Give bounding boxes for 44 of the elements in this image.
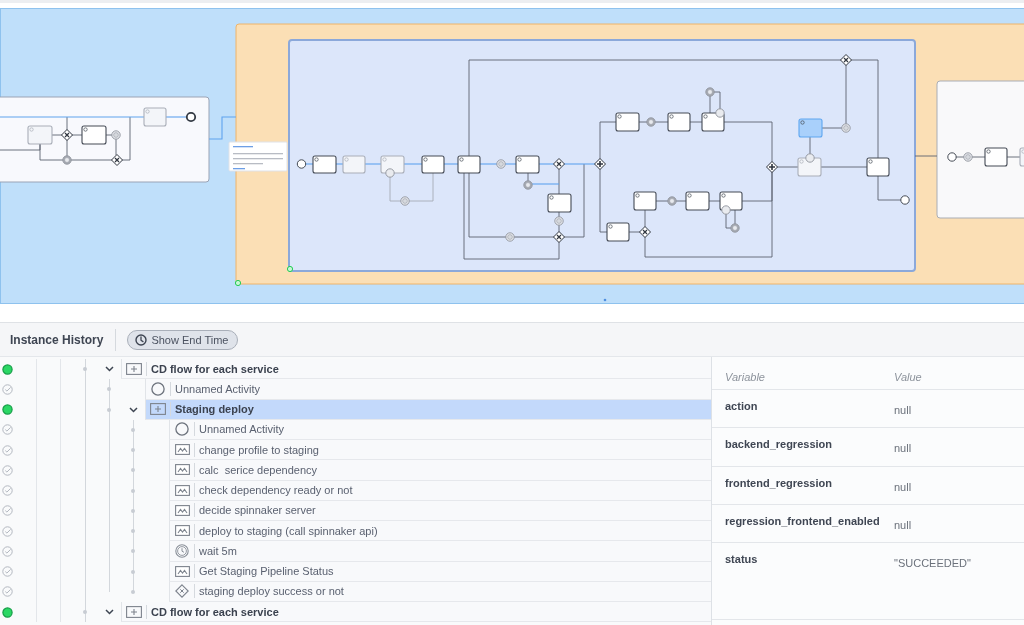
task-icon xyxy=(174,464,190,476)
show-end-time-button[interactable]: Show End Time xyxy=(127,329,239,350)
tree-item[interactable]: decide spinnaker server xyxy=(169,500,711,521)
start-event-icon xyxy=(151,381,165,396)
subprocess-icon xyxy=(126,605,142,618)
task-icon xyxy=(174,504,190,516)
gateway-icon xyxy=(175,584,189,599)
tree-item[interactable]: CD flow for each service xyxy=(121,359,711,380)
task-icon xyxy=(174,525,190,537)
task-icon xyxy=(174,484,190,496)
subprocess-icon xyxy=(126,362,142,375)
tree-item[interactable]: Staging deploy xyxy=(145,399,711,420)
tree-item[interactable]: CD flow for each service xyxy=(121,602,711,623)
column-header: Value xyxy=(894,371,922,383)
tree-item[interactable]: Unnamed Activity xyxy=(169,419,711,440)
tree-item[interactable]: staging deploy success or not xyxy=(169,581,711,602)
tree-item[interactable]: change profile to staging xyxy=(169,440,711,461)
tree-item[interactable]: check dependency ready or not xyxy=(169,480,711,501)
tree-item[interactable]: Get Staging Pipeline Status xyxy=(169,561,711,582)
tree-item[interactable]: deploy to staging (call spinnaker api) xyxy=(169,521,711,542)
column-header: Variable xyxy=(725,371,766,383)
variable-value: null xyxy=(894,480,912,493)
tree-item[interactable]: Unnamed Activity xyxy=(145,379,711,400)
tree-item[interactable]: wait 5m xyxy=(169,541,711,562)
task-icon xyxy=(174,444,190,456)
tree-item[interactable]: calc serice dependency xyxy=(169,460,711,481)
variable-value: null xyxy=(894,442,912,455)
variable-value: "SUCCEEDED" xyxy=(894,557,971,570)
variable-name: regression_frontend_enabled xyxy=(725,514,881,527)
subprocess-icon xyxy=(150,403,166,416)
chevron-icon[interactable] xyxy=(104,609,114,616)
clock-icon xyxy=(135,333,148,346)
panel-title: Instance History xyxy=(10,332,104,347)
variable-name: frontend_regression xyxy=(725,476,833,489)
timer-icon xyxy=(175,543,189,558)
start-event-icon xyxy=(175,422,189,437)
variable-value: null xyxy=(894,518,912,531)
chevron-icon[interactable] xyxy=(128,406,138,413)
variable-value: null xyxy=(894,404,912,416)
variable-name: status xyxy=(725,553,759,566)
task-icon xyxy=(174,565,190,577)
variable-name: backend_regression xyxy=(725,438,833,451)
chevron-icon[interactable] xyxy=(104,366,114,373)
variable-name: action xyxy=(725,400,759,412)
